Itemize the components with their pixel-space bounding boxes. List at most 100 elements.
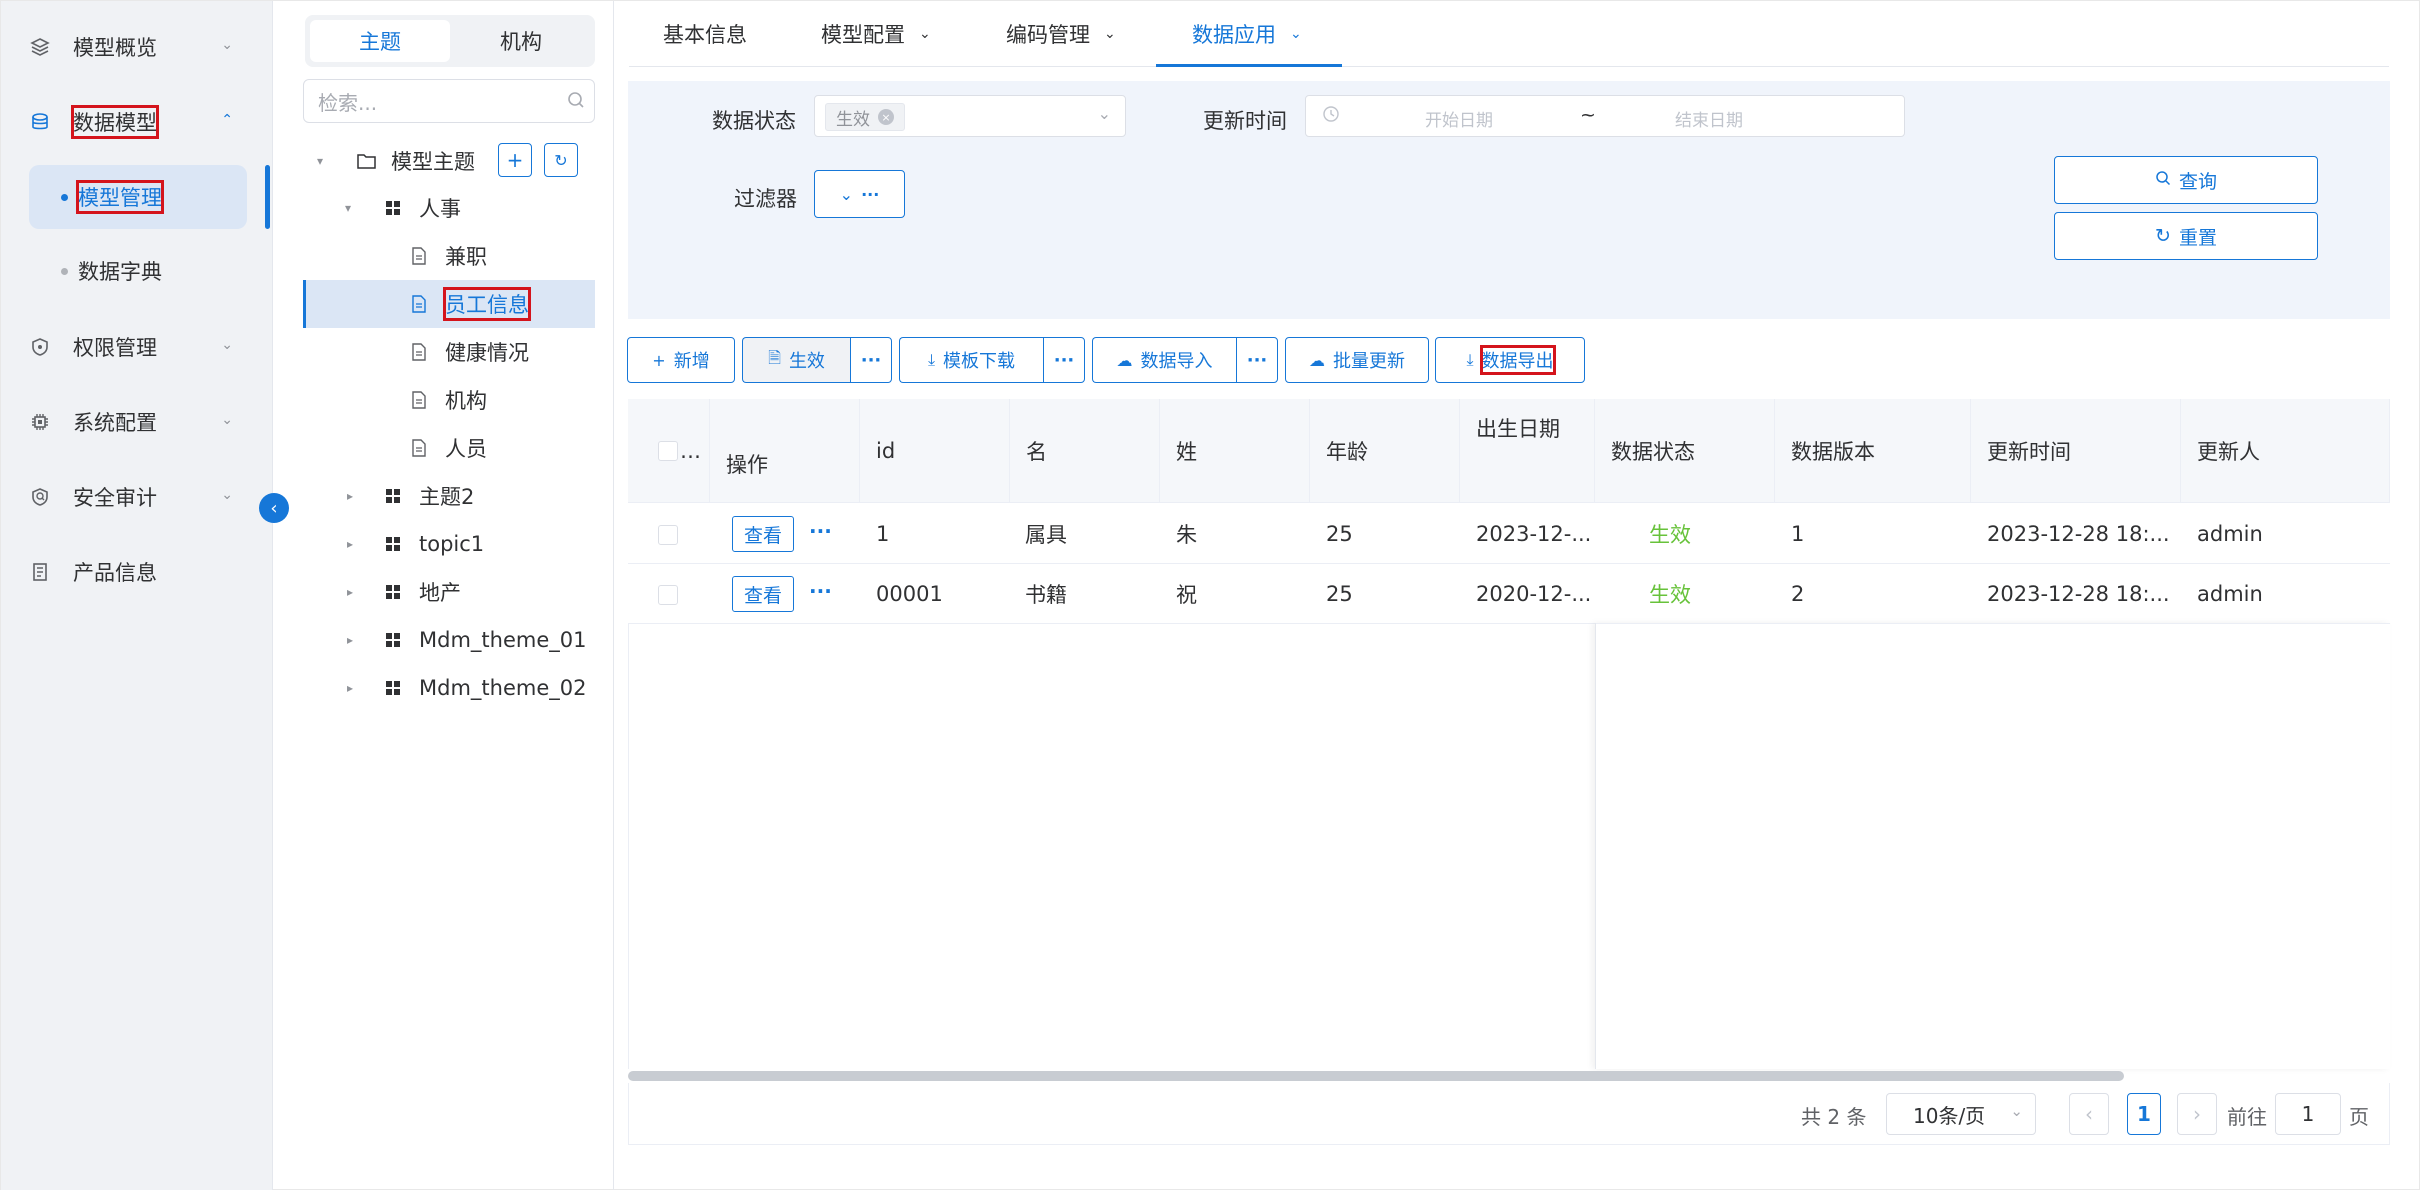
chevron-down-icon: ⌄ bbox=[839, 184, 854, 204]
data-export-button[interactable]: ⤓ 数据导出 bbox=[1435, 337, 1585, 383]
data-import-button[interactable]: ☁ 数据导入 bbox=[1092, 337, 1236, 383]
next-page-button[interactable]: › bbox=[2177, 1093, 2217, 1135]
row-more-button[interactable]: ··· bbox=[809, 519, 832, 543]
view-label: 查看 bbox=[743, 584, 782, 607]
col-header-first-name[interactable]: 名 bbox=[1010, 399, 1160, 503]
nav-sub-data-dictionary[interactable]: 数据字典 bbox=[29, 239, 247, 303]
caret-right-icon: ▸ bbox=[347, 681, 354, 695]
chevron-down-icon: ⌄ bbox=[221, 337, 233, 353]
col-header-id[interactable]: id bbox=[860, 399, 1010, 503]
row-checkbox[interactable] bbox=[658, 525, 678, 545]
tree-leaf-parttime[interactable]: 兼职 bbox=[303, 232, 595, 280]
chevron-down-icon: ⌄ bbox=[2010, 1102, 2023, 1120]
file-icon bbox=[411, 391, 427, 409]
add-topic-button[interactable]: + bbox=[498, 143, 532, 177]
row-checkbox[interactable] bbox=[658, 585, 678, 605]
tab-model-config[interactable]: 模型配置 ⌄ bbox=[821, 1, 931, 67]
nav-item-permission[interactable]: 权限管理 ⌄ bbox=[29, 317, 249, 377]
cell-updated: 2023-12-28 18:... bbox=[1987, 582, 2170, 606]
goto-page-input[interactable]: 1 bbox=[2275, 1093, 2341, 1135]
col-header-label: 出生日期 bbox=[1476, 417, 1560, 441]
import-more-button[interactable]: ··· bbox=[1236, 337, 1278, 383]
nav-item-product-info[interactable]: 产品信息 bbox=[29, 542, 249, 602]
tree-node-label: 人事 bbox=[419, 197, 461, 221]
col-header-last-name[interactable]: 姓 bbox=[1160, 399, 1310, 503]
tree-segment-switch: 主题 机构 bbox=[305, 15, 595, 67]
goto-page-value: 1 bbox=[2301, 1102, 2315, 1126]
plus-icon: + bbox=[506, 148, 524, 172]
nav-item-label: 系统配置 bbox=[73, 411, 157, 435]
segment-topic[interactable]: 主题 bbox=[310, 20, 450, 62]
date-range-picker[interactable] bbox=[1305, 95, 1905, 137]
nav-sub-label: 数据字典 bbox=[78, 260, 162, 284]
horizontal-scrollbar[interactable] bbox=[628, 1071, 2124, 1081]
segment-org[interactable]: 机构 bbox=[451, 20, 591, 62]
status-tag[interactable]: 生效 × bbox=[825, 103, 905, 131]
col-header-label: 数据状态 bbox=[1611, 440, 1695, 464]
tree-node-mdm-theme-01[interactable]: ▸ Mdm_theme_01 bbox=[303, 616, 595, 664]
col-header-updated[interactable]: 更新时间 bbox=[1971, 399, 2181, 503]
col-header-age[interactable]: 年龄 bbox=[1310, 399, 1460, 503]
tree-leaf-label: 员工信息 bbox=[443, 287, 531, 321]
template-more-button[interactable]: ··· bbox=[1043, 337, 1085, 383]
tree-node-topic1[interactable]: ▸ topic1 bbox=[303, 520, 595, 568]
col-header-label: 年龄 bbox=[1326, 440, 1368, 464]
tree-search-input[interactable]: 检索... bbox=[303, 79, 595, 123]
layers-icon bbox=[29, 36, 51, 58]
col-header-updater[interactable]: 更新人 bbox=[2181, 399, 2390, 503]
view-button[interactable]: 查看 bbox=[732, 576, 794, 612]
select-all-checkbox[interactable] bbox=[658, 441, 678, 461]
tree-node-mdm-theme-02[interactable]: ▸ Mdm_theme_02 bbox=[303, 664, 595, 712]
cell-status: 生效 bbox=[1649, 523, 1691, 547]
close-icon[interactable]: × bbox=[878, 109, 894, 125]
cell-id: 1 bbox=[876, 522, 890, 546]
tree-node-realestate[interactable]: ▸ 地产 bbox=[303, 568, 595, 616]
grid-icon bbox=[385, 584, 401, 600]
search-icon bbox=[2155, 169, 2171, 191]
chevron-left-icon: ‹ bbox=[270, 497, 278, 519]
chevron-down-icon: ⌄ bbox=[1097, 104, 1111, 123]
plus-icon: + bbox=[652, 350, 666, 370]
panel-divider bbox=[613, 1, 614, 1190]
grid-icon bbox=[385, 632, 401, 648]
activate-more-button[interactable]: ··· bbox=[850, 337, 892, 383]
file-icon bbox=[411, 343, 427, 361]
nav-sub-model-management[interactable]: 模型管理 bbox=[29, 165, 247, 229]
nav-item-model-overview[interactable]: 模型概览 ⌄ bbox=[29, 17, 249, 77]
add-button[interactable]: + 新增 bbox=[627, 337, 735, 383]
nav-item-data-model[interactable]: 数据模型 ⌃ bbox=[29, 92, 249, 152]
page-size-select[interactable]: 10条/页 ⌄ bbox=[1886, 1093, 2036, 1135]
refresh-tree-button[interactable]: ↻ bbox=[544, 143, 578, 177]
tree-leaf-org[interactable]: 机构 bbox=[303, 376, 595, 424]
col-header-status[interactable]: 数据状态 bbox=[1595, 399, 1775, 503]
tree-leaf-health[interactable]: 健康情况 bbox=[303, 328, 595, 376]
tab-data-application[interactable]: 数据应用 ⌄ bbox=[1192, 1, 1302, 67]
nav-item-label: 安全审计 bbox=[73, 486, 157, 510]
nav-item-system-config[interactable]: 系统配置 ⌄ bbox=[29, 392, 249, 452]
page-number-button[interactable]: 1 bbox=[2127, 1093, 2161, 1135]
active-indicator bbox=[265, 165, 270, 229]
filter-dropdown-button[interactable]: ⌄ ··· bbox=[814, 170, 905, 218]
query-button[interactable]: 查询 bbox=[2054, 156, 2318, 204]
tree-leaf-staff[interactable]: 人员 bbox=[303, 424, 595, 472]
reset-button[interactable]: ↻ 重置 bbox=[2054, 212, 2318, 260]
col-header-birth[interactable]: 出生日期 bbox=[1460, 399, 1595, 503]
tab-code-management[interactable]: 编码管理 ⌄ bbox=[1006, 1, 1116, 67]
col-header-label: 操作 bbox=[726, 453, 768, 477]
collapse-sidebar-button[interactable]: ‹ bbox=[259, 493, 289, 523]
col-header-label: id bbox=[876, 439, 896, 463]
prev-page-button[interactable]: ‹ bbox=[2069, 1093, 2109, 1135]
batch-update-button[interactable]: ☁ 批量更新 bbox=[1285, 337, 1429, 383]
cell-status: 生效 bbox=[1649, 583, 1691, 607]
col-header-version[interactable]: 数据版本 bbox=[1775, 399, 1971, 503]
template-download-button[interactable]: ⤓ 模板下载 bbox=[899, 337, 1043, 383]
activate-button[interactable]: 🗎 生效 bbox=[742, 337, 850, 383]
tree-node-topic2[interactable]: ▸ 主题2 bbox=[303, 472, 595, 520]
tree-leaf-employee-info[interactable]: 员工信息 bbox=[303, 280, 595, 328]
tree-node-personnel[interactable]: ▾ 人事 bbox=[303, 184, 595, 232]
view-button[interactable]: 查看 bbox=[732, 516, 794, 552]
nav-item-security-audit[interactable]: 安全审计 ⌄ bbox=[29, 467, 249, 527]
row-more-button[interactable]: ··· bbox=[809, 579, 832, 603]
tab-basic-info[interactable]: 基本信息 bbox=[663, 1, 747, 67]
page-size-label: 10条/页 bbox=[1913, 1103, 1986, 1128]
